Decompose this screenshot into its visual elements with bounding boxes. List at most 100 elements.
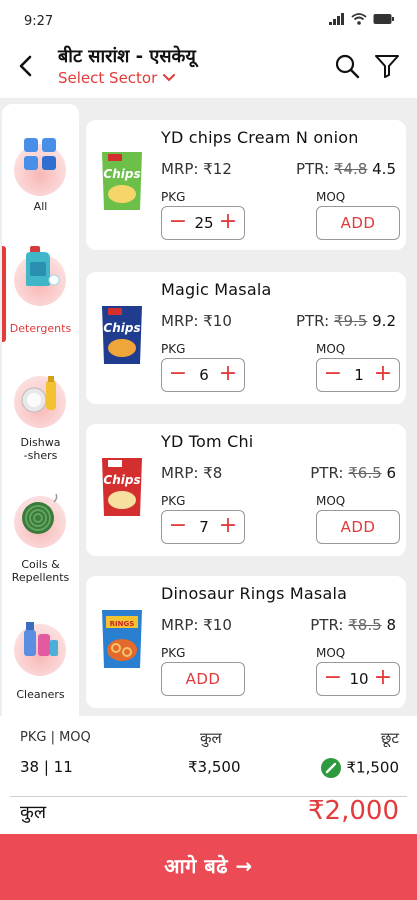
moq-quantity-stepper: − 10 + <box>316 662 400 696</box>
ptr-old-price: ₹9.5 <box>333 312 368 330</box>
moq-label: MOQ <box>316 342 346 356</box>
ptr-old-price: ₹8.5 <box>348 616 382 634</box>
product-mrp: MRP: ₹8 <box>161 464 223 482</box>
pkg-quantity-stepper: − 7 + <box>161 510 245 544</box>
pkg-moq-value: 38 | 11 <box>20 758 73 776</box>
back-arrow-icon <box>19 55 32 77</box>
product-image-chips-green: Chips <box>102 152 142 210</box>
order-summary: PKG | MOQ 38 | 11 कुल ₹3,500 छूट ₹1,500 … <box>0 716 417 834</box>
product-name: Dinosaur Rings Masala <box>161 584 348 603</box>
dishwasher-icon <box>21 376 56 413</box>
product-ptr: PTR: ₹9.5 9.2 <box>296 312 396 330</box>
discount-value: ₹1,500 <box>346 758 400 777</box>
filter-icon <box>375 55 399 78</box>
pkg-quantity-stepper: − 25 + <box>161 206 245 240</box>
proceed-button[interactable]: आगे बढे → <box>0 834 417 900</box>
increment-button[interactable]: + <box>216 362 240 388</box>
discount-badge-icon <box>320 758 341 778</box>
pkg-label: PKG <box>161 646 186 660</box>
moq-add-button[interactable]: ADD <box>316 206 400 240</box>
discount-value-wrap: ₹1,500 <box>320 758 400 778</box>
ptr-new-price: 4.5 <box>372 160 396 178</box>
product-mrp: MRP: ₹12 <box>161 160 232 178</box>
category-label: Cleaners <box>16 688 65 701</box>
ptr-new-price: 9.2 <box>372 312 396 330</box>
increment-button[interactable]: + <box>216 514 240 540</box>
ptr-new-price: 8 <box>386 616 396 634</box>
product-card: Chips Magic Masala MRP: ₹10 PTR: ₹9.5 9.… <box>86 272 406 404</box>
pkg-add-button[interactable]: ADD <box>161 662 245 696</box>
mosquito-coil-icon <box>22 493 58 534</box>
increment-button[interactable]: + <box>371 362 395 388</box>
ptr-old-price: ₹4.8 <box>333 160 368 178</box>
ptr-label: PTR: <box>310 464 344 482</box>
category-item-cleaners[interactable]: Cleaners <box>2 604 79 714</box>
grand-total-value: ₹2,000 <box>308 796 399 826</box>
category-item-detergents[interactable]: Detergents <box>2 234 79 344</box>
status-icons <box>329 13 395 25</box>
category-label: Dishwa -shers <box>20 436 61 462</box>
product-mrp: MRP: ₹10 <box>161 312 232 330</box>
product-name: YD Tom Chi <box>161 432 254 451</box>
product-ptr: PTR: ₹8.5 8 <box>310 616 396 634</box>
category-item-all[interactable]: All <box>2 104 79 224</box>
category-item-coils-repellents[interactable]: Coils & Repellents <box>2 484 79 594</box>
product-mrp: MRP: ₹10 <box>161 616 232 634</box>
battery-icon <box>373 14 394 24</box>
moq-label: MOQ <box>316 494 346 508</box>
detergent-icon <box>26 246 60 286</box>
pkg-label: PKG <box>161 342 186 356</box>
product-image-rings: RINGS <box>102 610 142 668</box>
pkg-quantity-stepper: − 6 + <box>161 358 245 392</box>
product-ptr: PTR: ₹4.8 4.5 <box>296 160 396 178</box>
moq-add-button[interactable]: ADD <box>316 510 400 544</box>
sector-selector-label: Select Sector <box>58 69 158 87</box>
product-ptr: PTR: ₹6.5 6 <box>310 464 396 482</box>
product-image-chips-red: Chips <box>102 458 142 516</box>
all-grid-icon <box>24 138 56 170</box>
ptr-new-price: 6 <box>386 464 396 482</box>
svg-text:RINGS: RINGS <box>110 620 135 628</box>
ptr-label: PTR: <box>295 160 330 178</box>
page-title: बीट सारांश - एसकेयू <box>58 46 196 67</box>
product-name: Magic Masala <box>161 280 272 299</box>
category-label: Detergents <box>9 322 72 335</box>
svg-text:Chips: Chips <box>103 167 140 181</box>
search-button[interactable] <box>331 50 363 82</box>
category-label: All <box>33 200 48 213</box>
product-image-chips-blue: Chips <box>102 306 142 364</box>
discount-label: छूट <box>380 729 399 747</box>
product-card: Chips YD chips Cream N onion MRP: ₹12 PT… <box>86 120 406 250</box>
increment-button[interactable]: + <box>371 666 395 692</box>
wifi-icon <box>351 13 367 25</box>
moq-label: MOQ <box>316 646 346 660</box>
category-sidebar: All Detergents Dishwa -shers Coils & Rep… <box>2 104 79 716</box>
cleaner-icon <box>24 622 58 656</box>
ptr-label: PTR: <box>310 616 344 634</box>
main-content: All Detergents Dishwa -shers Coils & Rep… <box>0 98 417 716</box>
signal-icon <box>329 13 344 25</box>
grand-total-label: कुल <box>20 802 47 823</box>
ptr-label: PTR: <box>295 312 330 330</box>
svg-text:Chips: Chips <box>103 321 140 335</box>
category-label: Coils & Repellents <box>11 558 70 584</box>
moq-quantity-stepper: − 1 + <box>316 358 400 392</box>
top-app-bar: बीट सारांश - एसकेयू Select Sector <box>0 42 417 98</box>
filter-button[interactable] <box>371 50 403 82</box>
status-time: 9:27 <box>24 14 54 29</box>
sector-selector[interactable]: Select Sector <box>58 69 176 87</box>
product-card: RINGS Dinosaur Rings Masala MRP: ₹10 PTR… <box>86 576 406 708</box>
svg-text:Chips: Chips <box>103 473 140 487</box>
ptr-old-price: ₹6.5 <box>348 464 382 482</box>
subtotal-value: ₹3,500 <box>188 758 241 776</box>
pkg-moq-label: PKG | MOQ <box>20 730 91 745</box>
moq-label: MOQ <box>316 190 346 204</box>
back-button[interactable] <box>12 50 40 82</box>
increment-button[interactable]: + <box>216 210 240 236</box>
product-card: Chips YD Tom Chi MRP: ₹8 PTR: ₹6.5 6 PKG… <box>86 424 406 556</box>
category-item-dishwashers[interactable]: Dishwa -shers <box>2 364 79 474</box>
subtotal-label: कुल <box>200 729 222 747</box>
pkg-label: PKG <box>161 494 186 508</box>
product-name: YD chips Cream N onion <box>161 128 359 147</box>
status-bar: 9:27 <box>0 0 417 42</box>
